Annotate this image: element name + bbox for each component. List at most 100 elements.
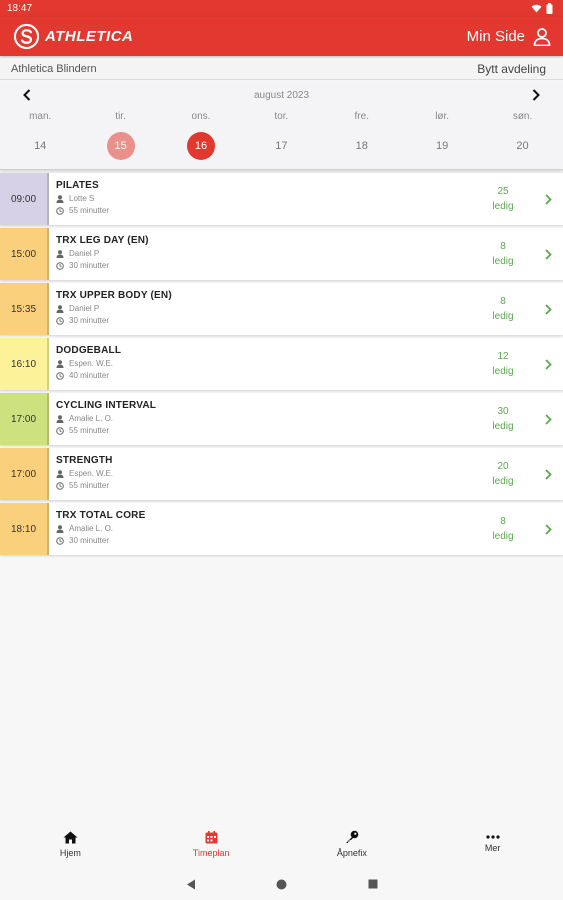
calendar-day[interactable]: fre. 18 xyxy=(322,111,402,160)
calendar-day[interactable]: man. 14 xyxy=(0,111,80,160)
clock-icon xyxy=(56,316,64,325)
user-icon xyxy=(533,27,551,46)
available-spots: 8 ledig xyxy=(473,503,533,555)
class-instructor: Amalie L. O. xyxy=(56,524,473,533)
class-duration: 40 minutter xyxy=(56,371,473,380)
class-name: TRX UPPER BODY (EN) xyxy=(56,290,172,301)
person-icon xyxy=(56,524,64,533)
spots-label: ledig xyxy=(492,476,514,487)
class-name: PILATES xyxy=(56,180,99,191)
available-spots: 8 ledig xyxy=(473,228,533,280)
min-side-button[interactable]: Min Side xyxy=(467,27,551,46)
person-icon xyxy=(56,249,64,258)
class-name: STRENGTH xyxy=(56,455,113,466)
calendar-day[interactable]: tir. 15 xyxy=(80,111,160,160)
nav-label: Timeplan xyxy=(192,847,230,858)
instructor-name: Espen. W.E. xyxy=(69,469,114,478)
calendar-day[interactable]: tor. 17 xyxy=(241,111,321,160)
class-duration: 30 minutter xyxy=(56,316,473,325)
clock-icon xyxy=(56,536,64,545)
brand-name: ATHLETICA xyxy=(45,28,134,45)
spots-label: ledig xyxy=(492,256,514,267)
status-bar: 18:47 xyxy=(0,0,563,17)
instructor-name: Lotte S xyxy=(69,194,95,203)
day-number: 19 xyxy=(436,140,449,152)
nav-label: Hjem xyxy=(59,847,81,858)
class-row[interactable]: 16:10 DODGEBALL Espen. W.E. 40 minutter … xyxy=(0,338,563,390)
brand-logo[interactable]: ATHLETICA xyxy=(13,23,133,50)
person-icon xyxy=(56,414,64,423)
class-time: 16:10 xyxy=(0,338,49,390)
class-time: 18:10 xyxy=(0,503,49,555)
class-duration: 55 minutter xyxy=(56,426,473,435)
chevron-right-icon xyxy=(533,173,563,225)
nav-more[interactable]: Mer xyxy=(422,820,563,868)
prev-week-button[interactable] xyxy=(19,87,35,103)
back-triangle-icon xyxy=(186,879,195,889)
available-spots: 20 ledig xyxy=(473,448,533,500)
class-name: TRX LEG DAY (EN) xyxy=(56,235,149,246)
nav-apnefix[interactable]: Åpnefix xyxy=(282,820,423,868)
day-number: 20 xyxy=(516,140,529,152)
instructor-name: Amalie L. O. xyxy=(69,524,114,533)
clock-icon xyxy=(56,261,64,270)
duration-text: 55 minutter xyxy=(69,481,110,490)
class-row[interactable]: 17:00 CYCLING INTERVAL Amalie L. O. 55 m… xyxy=(0,393,563,445)
class-duration: 30 minutter xyxy=(56,536,473,545)
next-week-button[interactable] xyxy=(528,87,544,103)
available-spots: 8 ledig xyxy=(473,283,533,335)
system-home-button[interactable] xyxy=(274,876,290,892)
calendar-days: man. 14 tir. 15 ons. 16 tor. 17 fre. 18 … xyxy=(0,111,563,160)
app-bar: ATHLETICA Min Side xyxy=(0,17,563,56)
class-instructor: Amalie L. O. xyxy=(56,414,473,423)
system-back-button[interactable] xyxy=(183,876,199,892)
class-row[interactable]: 15:00 TRX LEG DAY (EN) Daniel P 30 minut… xyxy=(0,228,563,280)
class-instructor: Espen. W.E. xyxy=(56,359,473,368)
class-row[interactable]: 17:00 STRENGTH Espen. W.E. 55 minutter 2… xyxy=(0,448,563,500)
calendar-day[interactable]: lør. 19 xyxy=(402,111,482,160)
duration-text: 55 minutter xyxy=(69,426,110,435)
class-time: 17:00 xyxy=(0,448,49,500)
day-name: lør. xyxy=(435,111,450,122)
calendar-month: august 2023 xyxy=(253,89,310,101)
class-instructor: Daniel P xyxy=(56,304,473,313)
class-row[interactable]: 15:35 TRX UPPER BODY (EN) Daniel P 30 mi… xyxy=(0,283,563,335)
system-navigation-bar xyxy=(0,868,563,900)
nav-home[interactable]: Hjem xyxy=(0,820,141,868)
week-calendar: august 2023 man. 14 tir. 15 ons. 16 tor.… xyxy=(0,81,563,170)
chevron-left-icon xyxy=(23,89,31,101)
day-number-past: 15 xyxy=(106,132,135,160)
system-recents-button[interactable] xyxy=(365,876,381,892)
class-row[interactable]: 18:10 TRX TOTAL CORE Amalie L. O. 30 min… xyxy=(0,503,563,555)
instructor-name: Daniel P xyxy=(69,304,100,313)
instructor-name: Amalie L. O. xyxy=(69,414,114,423)
day-number: 14 xyxy=(34,140,47,152)
chevron-right-icon xyxy=(533,503,563,555)
person-icon xyxy=(56,194,64,203)
class-row[interactable]: 09:00 PILATES Lotte S 55 minutter 25 led… xyxy=(0,173,563,225)
class-info: PILATES Lotte S 55 minutter xyxy=(49,173,473,225)
class-time: 15:35 xyxy=(0,283,49,335)
class-instructor: Espen. W.E. xyxy=(56,469,473,478)
day-name: tir. xyxy=(115,111,126,122)
chevron-right-icon xyxy=(533,228,563,280)
class-name: DODGEBALL xyxy=(56,345,122,356)
status-time: 18:47 xyxy=(7,3,33,14)
chevron-right-icon xyxy=(533,393,563,445)
day-name: man. xyxy=(29,111,52,122)
nav-timeplan[interactable]: Timeplan xyxy=(141,820,282,868)
clock-icon xyxy=(56,371,64,380)
recents-square-icon xyxy=(368,879,377,889)
switch-location-button[interactable]: Bytt avdeling xyxy=(477,62,546,76)
available-spots: 30 ledig xyxy=(473,393,533,445)
class-duration: 55 minutter xyxy=(56,206,473,215)
calendar-day[interactable]: søn. 20 xyxy=(482,111,562,160)
class-time: 09:00 xyxy=(0,173,49,225)
class-instructor: Lotte S xyxy=(56,194,473,203)
spots-count: 12 xyxy=(497,351,509,362)
calendar-day-selected[interactable]: ons. 16 xyxy=(161,111,241,160)
chevron-right-icon xyxy=(533,338,563,390)
wifi-icon xyxy=(531,4,542,13)
duration-text: 55 minutter xyxy=(69,206,110,215)
nav-label: Mer xyxy=(484,843,501,853)
